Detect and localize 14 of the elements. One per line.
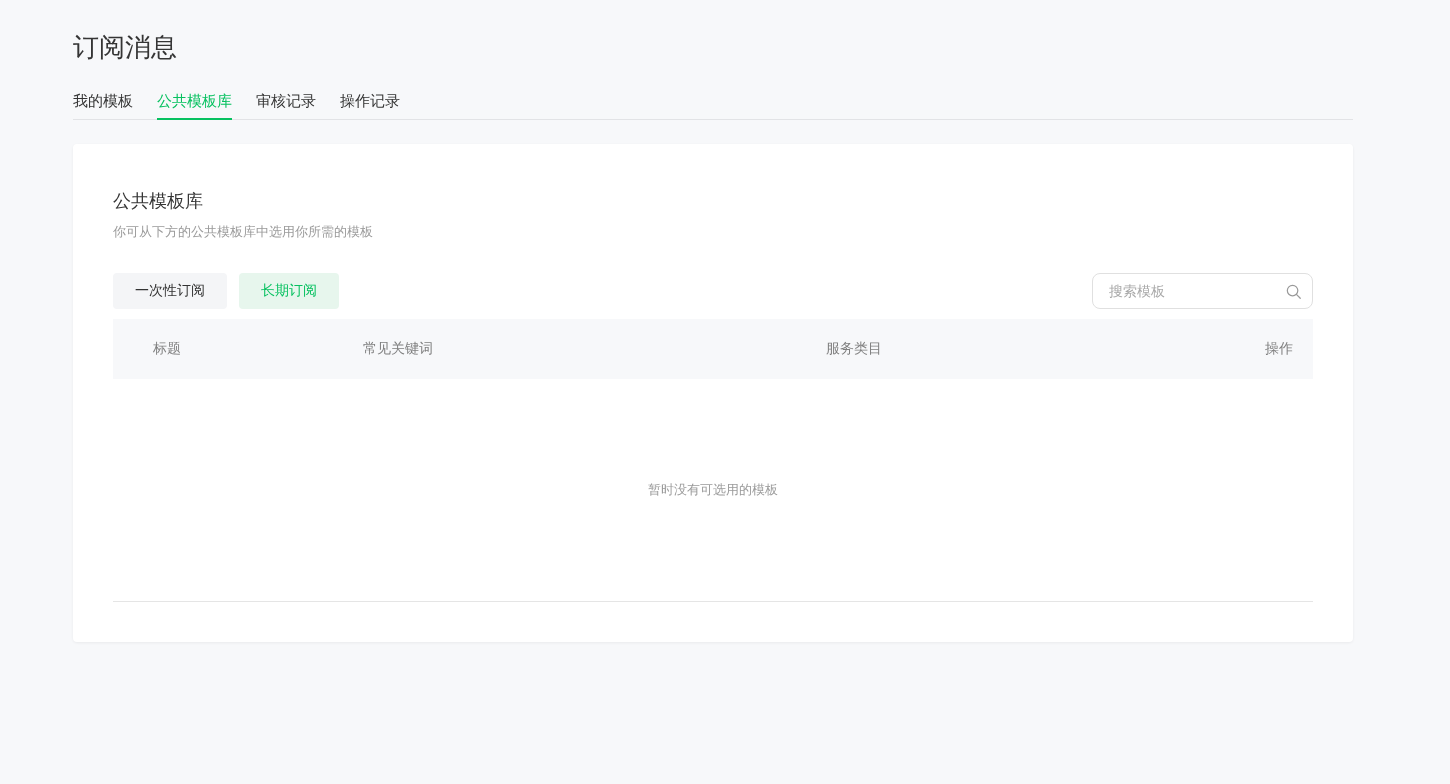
column-header: 服务类目	[826, 340, 883, 358]
page-title: 订阅消息	[73, 31, 178, 64]
tab[interactable]: 我的模板	[73, 91, 133, 120]
filter-button[interactable]: 一次性订阅	[113, 273, 227, 309]
panel-description: 你可从下方的公共模板库中选用你所需的模板	[113, 223, 374, 241]
tab[interactable]: 操作记录	[340, 91, 400, 120]
tab[interactable]: 审核记录	[256, 91, 316, 120]
column-header: 操作	[1265, 340, 1294, 358]
empty-message: 暂时没有可选用的模板	[648, 481, 778, 499]
search-field[interactable]: 搜索模板	[1092, 273, 1313, 309]
search-icon[interactable]	[1286, 284, 1301, 299]
panel-title: 公共模板库	[113, 189, 204, 213]
column-header: 常见关键词	[363, 340, 434, 358]
column-header: 标题	[152, 340, 182, 358]
